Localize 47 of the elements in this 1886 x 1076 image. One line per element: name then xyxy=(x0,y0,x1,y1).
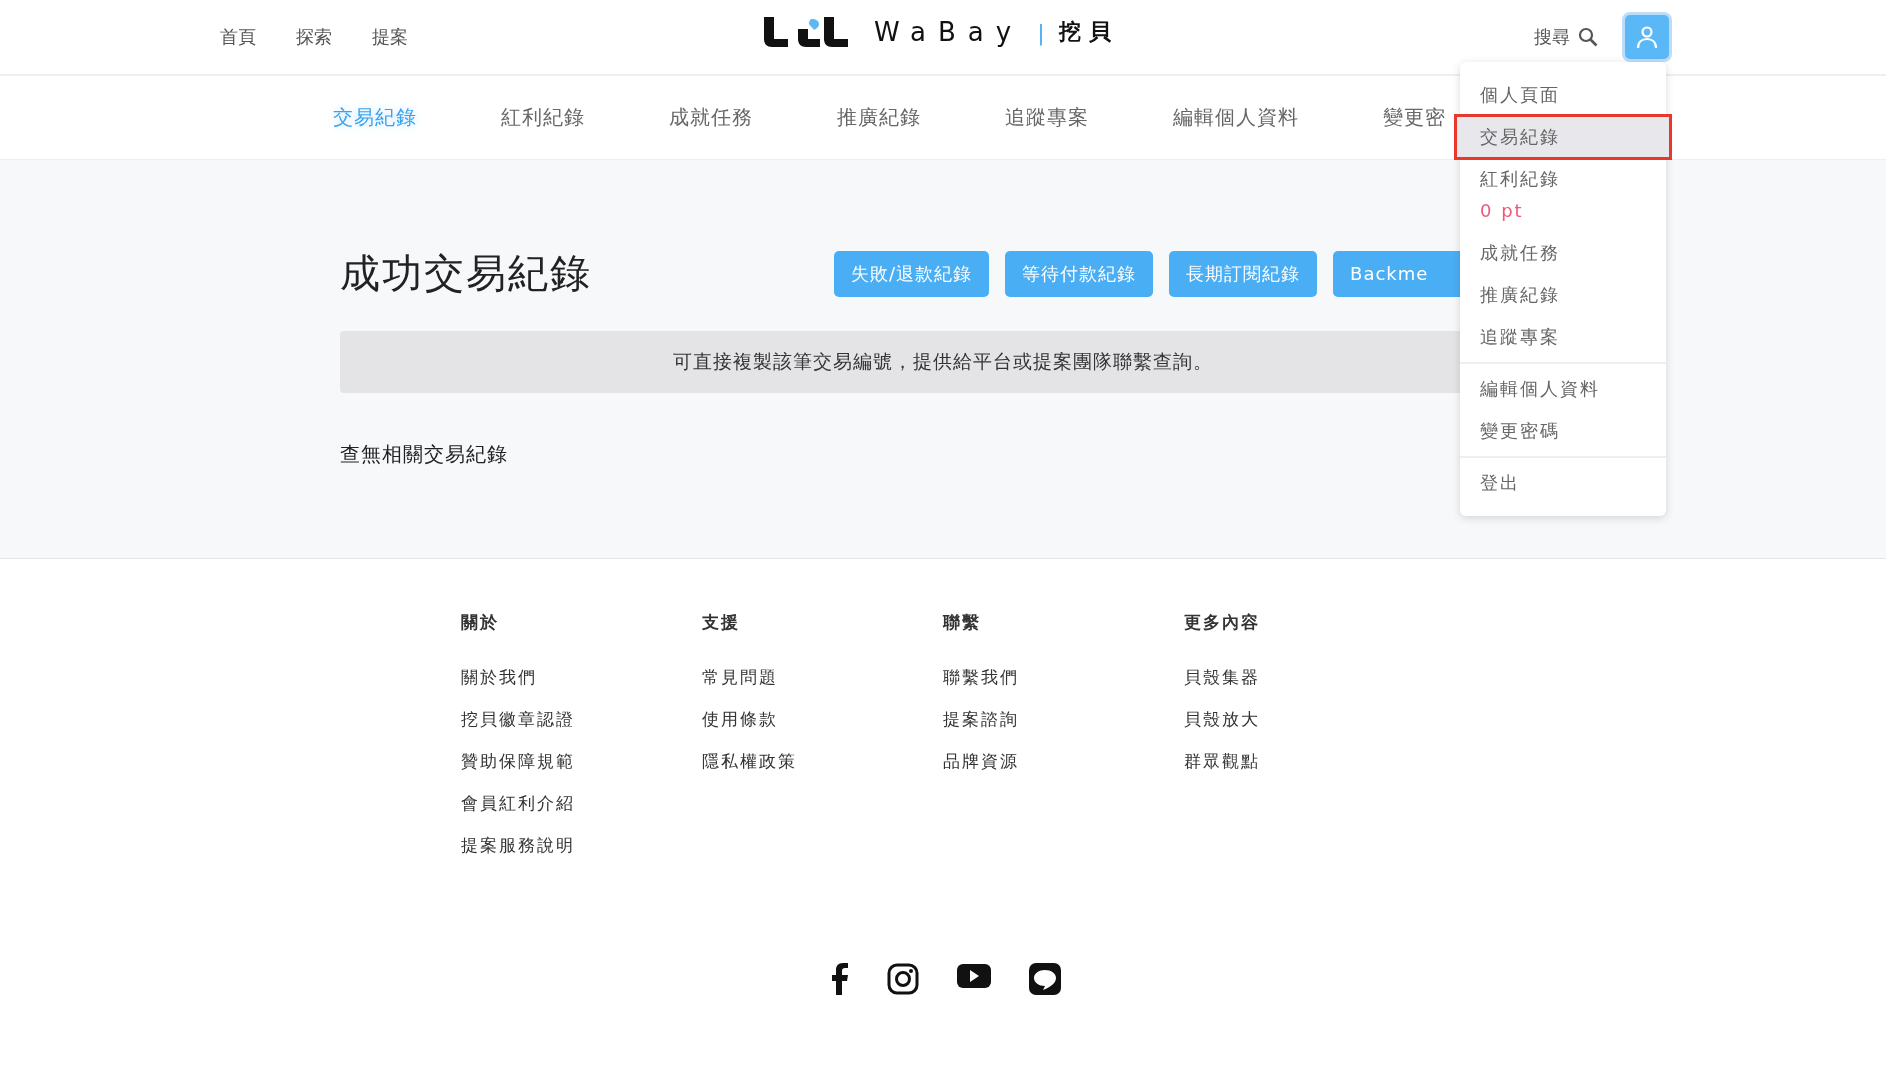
logo-name: 挖貝 xyxy=(1058,18,1119,46)
tab[interactable]: 編輯個人資料 xyxy=(1173,96,1299,139)
footer-link[interactable]: 聯繫我們 xyxy=(943,656,1184,698)
chat-bubble-icon[interactable] xyxy=(1029,963,1061,995)
logo-divider: | xyxy=(1037,19,1045,45)
menu-item[interactable]: 變更密碼 xyxy=(1460,410,1666,452)
menu-item[interactable]: 登出 xyxy=(1460,462,1666,504)
nav-link[interactable]: 首頁 xyxy=(220,25,256,49)
footer-heading: 關於 xyxy=(461,611,500,634)
footer-link[interactable]: 提案服務說明 xyxy=(461,824,702,866)
footer-link[interactable]: 使用條款 xyxy=(702,698,943,740)
instagram-icon[interactable] xyxy=(887,963,919,995)
search-icon xyxy=(1578,27,1598,47)
footer-heading: 更多內容 xyxy=(1184,611,1261,634)
footer-link[interactable]: 品牌資源 xyxy=(943,740,1184,782)
facebook-icon[interactable] xyxy=(829,963,849,995)
footer-link[interactable]: 群眾觀點 xyxy=(1184,740,1425,782)
footer-link[interactable]: 會員紅利介紹 xyxy=(461,782,702,824)
footer-link[interactable]: 關於我們 xyxy=(461,656,702,698)
footer-link[interactable]: 挖貝徽章認證 xyxy=(461,698,702,740)
menu-item[interactable]: 個人頁面 xyxy=(1460,74,1666,116)
logo-text: WaBay xyxy=(874,17,1024,47)
footer-heading: 聯繫 xyxy=(943,611,982,634)
footer-link[interactable]: 貝殼放大 xyxy=(1184,698,1425,740)
points-value: 0 pt xyxy=(1480,199,1525,223)
search-button[interactable]: 搜尋 xyxy=(1534,25,1598,49)
menu-item[interactable]: 紅利紀錄 0 pt xyxy=(1460,158,1666,232)
footer-link[interactable]: 提案諮詢 xyxy=(943,698,1184,740)
user-icon xyxy=(1636,25,1658,49)
footer-link[interactable]: 貝殼集器 xyxy=(1184,656,1425,698)
empty-message: 查無相關交易紀錄 xyxy=(340,441,509,468)
tab[interactable]: 推廣紀錄 xyxy=(837,96,921,139)
nav-link[interactable]: 探索 xyxy=(296,25,332,49)
footer-heading: 支援 xyxy=(702,611,741,634)
footer-link[interactable]: 常見問題 xyxy=(702,656,943,698)
nav-link[interactable]: 提案 xyxy=(372,25,408,49)
tab[interactable]: 紅利紀錄 xyxy=(501,96,585,139)
menu-item[interactable]: 編輯個人資料 xyxy=(1460,368,1666,410)
tab[interactable]: 成就任務 xyxy=(669,96,753,139)
menu-item[interactable]: 交易紀錄 xyxy=(1456,116,1670,158)
tab[interactable]: 變更密 xyxy=(1383,96,1446,139)
page-title: 成功交易紀錄 xyxy=(340,249,593,298)
video-play-icon[interactable] xyxy=(957,963,991,989)
menu-item[interactable]: 追蹤專案 xyxy=(1460,316,1666,358)
tab[interactable]: 追蹤專案 xyxy=(1005,96,1089,139)
footer-link[interactable]: 贊助保障規範 xyxy=(461,740,702,782)
footer-link[interactable]: 隱私權政策 xyxy=(702,740,943,782)
